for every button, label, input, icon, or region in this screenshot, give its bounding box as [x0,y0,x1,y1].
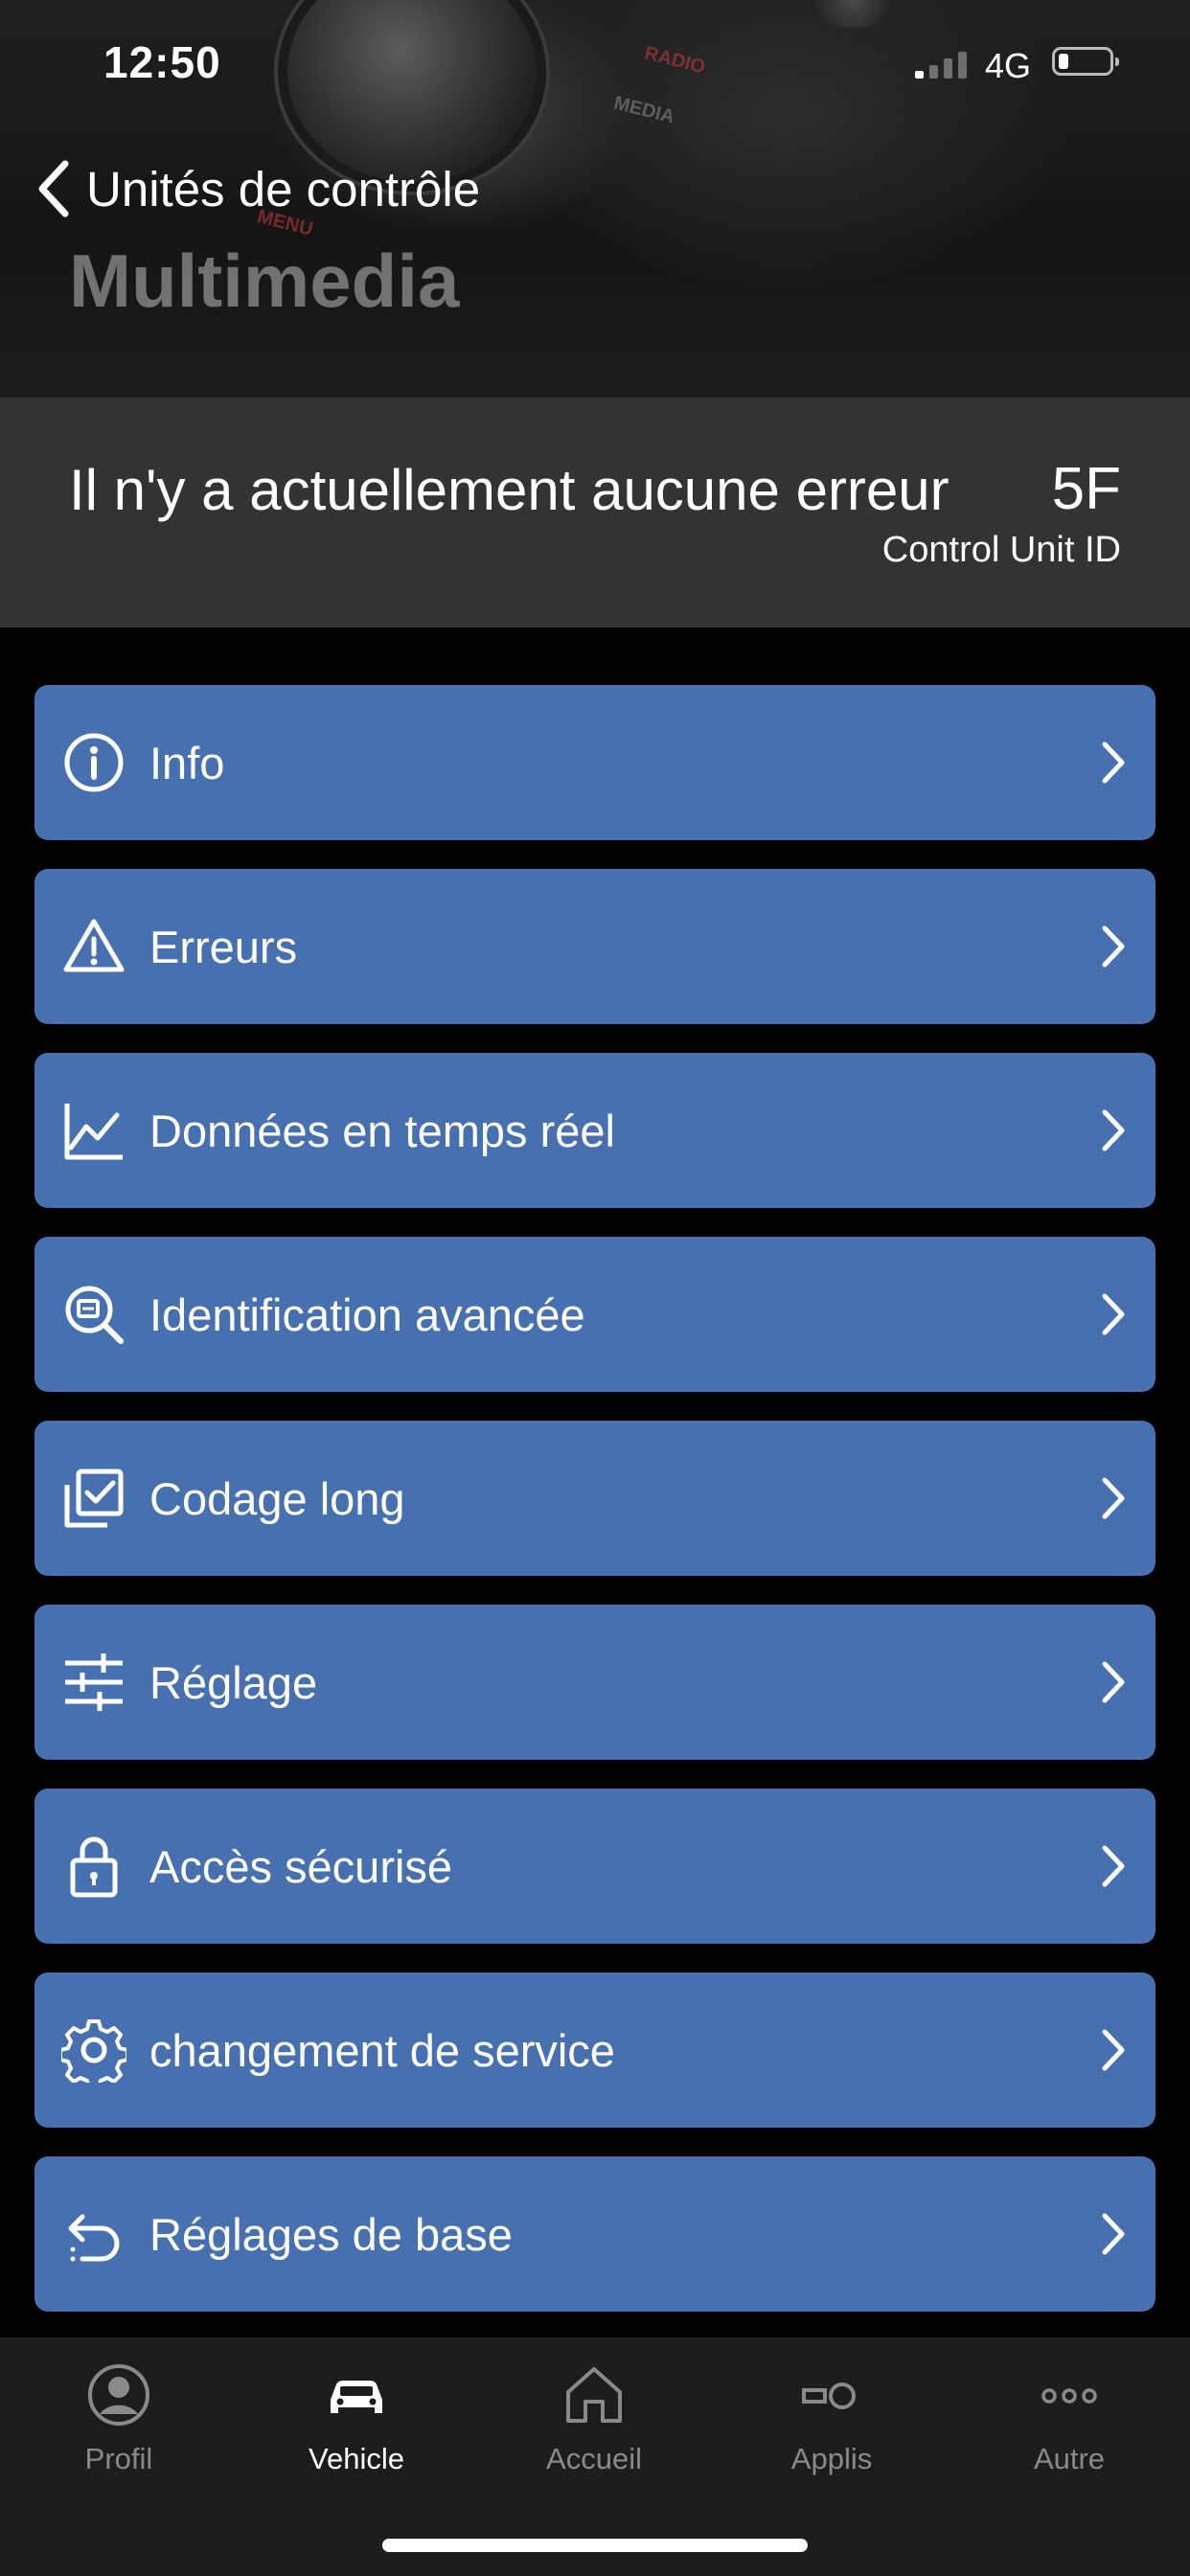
chevron-right-icon [1102,2213,1125,2255]
menu-item-label: Info [149,737,225,788]
chevron-right-icon [1102,925,1125,968]
tab-more[interactable]: Autre [950,2361,1188,2476]
battery-icon [1052,47,1119,76]
network-type: 4G [985,46,1032,85]
control-unit-id-value: 5F [1051,456,1121,522]
chevron-right-icon [1102,1845,1125,1887]
chevron-right-icon [1102,1109,1125,1151]
checklist-icon [59,1464,128,1533]
tab-label: Applis [790,2442,873,2475]
control-unit-menu: Info Erreurs Données en temps réel Ident… [34,685,1156,2340]
chevron-right-icon [1102,2029,1125,2071]
menu-item-label: changement de service [149,2024,615,2076]
menu-item-label: Erreurs [149,921,298,972]
control-unit-id-label: Control Unit ID [881,530,1121,570]
tab-label: Accueil [546,2442,642,2475]
tab-apps[interactable]: Applis [713,2361,950,2476]
menu-item-live-data[interactable]: Données en temps réel [34,1053,1156,1208]
chevron-right-icon [1102,741,1125,784]
page-title: Multimedia [69,239,460,323]
line-chart-icon [59,1096,128,1165]
home-indicator[interactable] [382,2539,808,2552]
status-bar: 12:50 4G [0,0,1190,125]
menu-item-secure-access[interactable]: Accès sécurisé [34,1789,1156,1944]
menu-item-label: Accès sécurisé [149,1840,453,1892]
error-status-message: Il n'y a actuellement aucune erreur [69,458,950,522]
tab-vehicle[interactable]: Vehicle [238,2361,475,2476]
chevron-right-icon [1102,1477,1125,1519]
tab-label: Vehicle [309,2442,404,2475]
apps-icon [802,2382,856,2409]
menu-item-basic-settings[interactable]: Réglages de base [34,2156,1156,2312]
menu-item-label: Données en temps réel [149,1105,615,1156]
menu-item-errors[interactable]: Erreurs [34,869,1156,1024]
menu-item-label: Réglage [149,1656,318,1708]
menu-item-service-change[interactable]: changement de service [34,1972,1156,2128]
undo-icon [59,2200,128,2268]
car-icon [331,2381,382,2413]
tab-profile[interactable]: Profil [0,2361,238,2476]
menu-item-advanced-identification[interactable]: Identification avancée [34,1237,1156,1392]
signal-strength-icon [915,48,967,79]
chevron-right-icon [1102,1293,1125,1335]
tab-label: Profil [84,2442,153,2475]
menu-item-long-coding[interactable]: Codage long [34,1421,1156,1576]
battery-fill [1059,54,1068,69]
gear-icon [59,2016,128,2085]
back-button-label: Unités de contrôle [86,161,481,217]
profile-icon [88,2364,149,2426]
status-time: 12:50 [103,37,221,87]
menu-item-label: Codage long [149,1472,405,1524]
lock-icon [59,1832,128,1901]
warning-icon [59,912,128,981]
search-id-icon [59,1280,128,1349]
info-icon [59,728,128,797]
menu-item-label: Identification avancée [149,1288,585,1340]
tab-home[interactable]: Accueil [475,2361,713,2476]
menu-item-label: Réglages de base [149,2208,513,2260]
chevron-left-icon [38,160,69,217]
menu-item-info[interactable]: Info [34,685,1156,840]
tab-label: Autre [1033,2442,1106,2475]
sliders-icon [59,1648,128,1717]
back-button[interactable]: Unités de contrôle [34,158,480,219]
home-icon [566,2367,622,2423]
chevron-right-icon [1102,1661,1125,1703]
error-status-panel: Il n'y a actuellement aucune erreur 5F C… [0,398,1190,627]
more-icon [1041,2388,1097,2404]
menu-item-adjustment[interactable]: Réglage [34,1605,1156,1760]
